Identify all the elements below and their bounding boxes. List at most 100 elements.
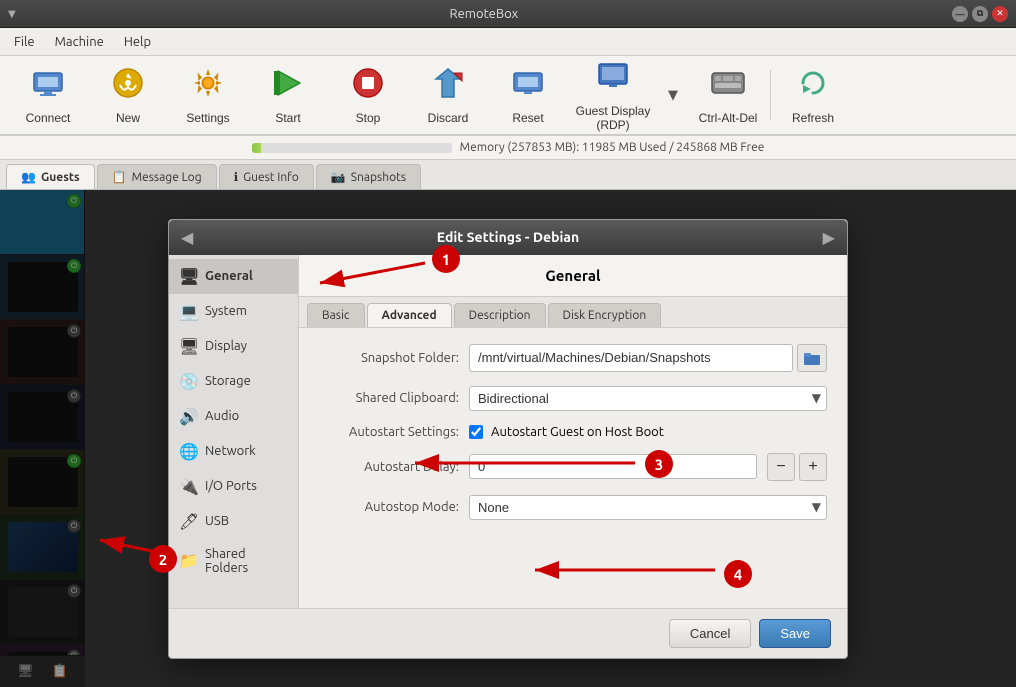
save-button[interactable]: Save — [759, 619, 831, 648]
minimize-button[interactable]: — — [952, 6, 968, 22]
menu-help[interactable]: Help — [114, 31, 161, 53]
shared-clipboard-select-wrap: Disabled Host to Guest Guest to Host Bid… — [469, 386, 827, 411]
new-icon — [110, 65, 146, 107]
tab-guests[interactable]: 👥 Guests — [6, 164, 95, 189]
snapshot-folder-row: Snapshot Folder: — [319, 344, 827, 372]
autostop-mode-label: Autostop Mode: — [319, 500, 459, 514]
nav-system[interactable]: 💻 System — [169, 294, 298, 329]
snapshot-folder-input-group — [469, 344, 827, 372]
tab-advanced[interactable]: Advanced — [367, 303, 452, 327]
autostop-mode-select[interactable]: None Disabled Save the machine state Sen… — [469, 495, 827, 520]
toolbar-separator — [770, 70, 771, 120]
display-dropdown[interactable]: ▼ — [658, 59, 688, 131]
dialog-prev-button[interactable]: ◀ — [181, 228, 193, 247]
tab-description[interactable]: Description — [454, 303, 546, 327]
tab-bar: 👥 Guests 📋 Message Log ℹ Guest Info 📷 Sn… — [0, 160, 1016, 190]
guest-display-icon — [595, 58, 631, 100]
delay-controls: − + — [767, 453, 827, 481]
restore-button[interactable]: ⧉ — [972, 6, 988, 22]
new-button[interactable]: New — [88, 59, 168, 131]
edit-settings-dialog: ◀ Edit Settings - Debian ▶ 🖥 General 💻 S… — [168, 219, 848, 659]
autostop-mode-select-wrap: None Disabled Save the machine state Sen… — [469, 495, 827, 520]
connect-button[interactable]: Connect — [8, 59, 88, 131]
nav-system-icon: 💻 — [179, 302, 197, 321]
tab-disk-encryption[interactable]: Disk Encryption — [548, 303, 662, 327]
cancel-button[interactable]: Cancel — [669, 619, 751, 648]
refresh-button[interactable]: Refresh — [773, 59, 853, 131]
settings-icon — [190, 65, 226, 107]
nav-display-icon: 🖥 — [179, 337, 197, 356]
nav-general[interactable]: 🖥 General — [169, 259, 298, 294]
dialog-header: ◀ Edit Settings - Debian ▶ — [169, 220, 847, 255]
memory-status: Memory (257853 MB): 11985 MB Used / 2458… — [460, 141, 765, 154]
start-button[interactable]: Start — [248, 59, 328, 131]
stop-button[interactable]: Stop — [328, 59, 408, 131]
nav-audio[interactable]: 🔊 Audio — [169, 399, 298, 434]
dialog-sidebar: 🖥 General 💻 System 🖥 Display 💿 Storage — [169, 255, 299, 608]
nav-display[interactable]: 🖥 Display — [169, 329, 298, 364]
nav-system-label: System — [205, 304, 247, 318]
autostart-checkbox[interactable] — [469, 425, 483, 439]
shared-clipboard-row: Shared Clipboard: Disabled Host to Guest… — [319, 386, 827, 411]
refresh-icon — [795, 65, 831, 107]
discard-label: Discard — [428, 111, 469, 125]
nav-io-ports[interactable]: 🔌 I/O Ports — [169, 469, 298, 504]
tab-snapshots-icon: 📷 — [331, 170, 346, 184]
shared-clipboard-select[interactable]: Disabled Host to Guest Guest to Host Bid… — [469, 386, 827, 411]
delay-increment-button[interactable]: + — [799, 453, 827, 481]
autostart-delay-label: Autostart Delay: — [319, 460, 459, 474]
discard-button[interactable]: Discard — [408, 59, 488, 131]
reset-button[interactable]: Reset — [488, 59, 568, 131]
dialog-title: Edit Settings - Debian — [437, 229, 579, 245]
menu-file[interactable]: File — [4, 31, 45, 53]
menu-machine[interactable]: Machine — [45, 31, 114, 53]
content-tabs: Basic Advanced Description Disk Encrypti… — [299, 297, 847, 328]
tab-basic[interactable]: Basic — [307, 303, 365, 327]
connect-icon — [30, 65, 66, 107]
delay-decrement-button[interactable]: − — [767, 453, 795, 481]
nav-general-label: General — [205, 269, 253, 283]
snapshot-folder-browse-button[interactable] — [797, 344, 827, 372]
tab-guest-info-label: Guest Info — [243, 171, 299, 184]
nav-shared-folders-label: Shared Folders — [205, 547, 288, 575]
new-label: New — [116, 111, 140, 125]
nav-storage-icon: 💿 — [179, 372, 197, 391]
ctrl-alt-del-button[interactable]: Ctrl-Alt-Del — [688, 59, 768, 131]
nav-storage-label: Storage — [205, 374, 251, 388]
nav-audio-icon: 🔊 — [179, 407, 197, 426]
nav-usb-icon: 🖊 — [179, 512, 197, 531]
toolbar: Connect New Settings Start Stop Discard — [0, 56, 1016, 136]
tab-guest-info[interactable]: ℹ Guest Info — [219, 164, 314, 189]
nav-network-icon: 🌐 — [179, 442, 197, 461]
reset-icon — [510, 65, 546, 107]
memory-progress-bar — [252, 143, 452, 153]
nav-usb[interactable]: 🖊 USB — [169, 504, 298, 539]
guest-display-label: Guest Display (RDP) — [568, 104, 658, 132]
discard-icon — [430, 65, 466, 107]
autostart-delay-input[interactable] — [469, 454, 757, 479]
autostart-checkbox-row: Autostart Guest on Host Boot — [469, 425, 664, 439]
guest-display-button[interactable]: Guest Display (RDP) — [568, 59, 658, 131]
nav-audio-label: Audio — [205, 409, 239, 423]
tab-snapshots-label: Snapshots — [351, 171, 406, 184]
nav-io-ports-label: I/O Ports — [205, 479, 257, 493]
window-title: RemoteBox — [16, 7, 952, 21]
dialog-form: Snapshot Folder: Shared Clipboard: — [299, 328, 847, 536]
dialog-next-button[interactable]: ▶ — [823, 228, 835, 247]
nav-network[interactable]: 🌐 Network — [169, 434, 298, 469]
stop-icon — [350, 65, 386, 107]
nav-display-label: Display — [205, 339, 247, 353]
tab-message-log[interactable]: 📋 Message Log — [97, 164, 217, 189]
autostart-checkbox-label: Autostart Guest on Host Boot — [491, 425, 664, 439]
nav-general-icon: 🖥 — [179, 267, 197, 286]
ctrl-alt-del-label: Ctrl-Alt-Del — [699, 111, 758, 125]
nav-shared-folders[interactable]: 📁 Shared Folders — [169, 539, 298, 583]
autostart-delay-row: Autostart Delay: − + — [319, 453, 827, 481]
snapshot-folder-label: Snapshot Folder: — [319, 351, 459, 365]
close-button[interactable]: ✕ — [992, 6, 1008, 22]
snapshot-folder-input[interactable] — [469, 344, 793, 372]
settings-button[interactable]: Settings — [168, 59, 248, 131]
menu-bar: File Machine Help — [0, 28, 1016, 56]
tab-snapshots[interactable]: 📷 Snapshots — [316, 164, 421, 189]
nav-storage[interactable]: 💿 Storage — [169, 364, 298, 399]
